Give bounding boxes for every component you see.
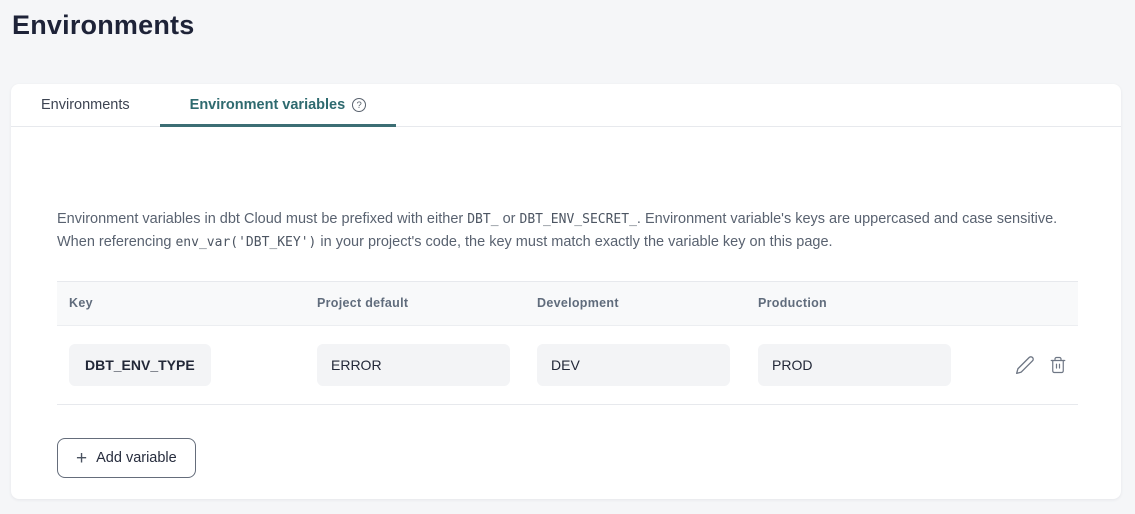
tab-environment-variables[interactable]: Environment variables ? [160, 84, 397, 126]
cell-production: PROD [746, 326, 963, 404]
column-header-project-default: Project default [305, 282, 525, 325]
environment-variables-table: Key Project default Development Producti… [57, 281, 1078, 405]
edit-variable-button[interactable] [1015, 355, 1035, 375]
tab-environment-variables-label: Environment variables [190, 97, 346, 113]
tab-environments[interactable]: Environments [11, 84, 160, 126]
tab-bar: Environments Environment variables ? [11, 84, 1121, 127]
environment-variables-description: Environment variables in dbt Cloud must … [57, 208, 1078, 254]
environment-variables-card: Environments Environment variables ? Env… [11, 84, 1121, 499]
cell-actions [963, 326, 1083, 404]
cell-development: DEV [525, 326, 746, 404]
production-value: PROD [758, 344, 951, 386]
page-title: Environments [0, 0, 1135, 41]
column-header-key: Key [57, 282, 305, 325]
table-row: DBT_ENV_TYPE ERROR DEV PROD [57, 326, 1078, 405]
trash-icon [1049, 356, 1067, 374]
project-default-value: ERROR [317, 344, 510, 386]
column-header-development: Development [525, 282, 746, 325]
add-variable-label: Add variable [96, 450, 177, 466]
column-header-production: Production [746, 282, 958, 325]
plus-icon: + [76, 449, 87, 468]
column-header-actions [958, 282, 1078, 325]
cell-key: DBT_ENV_TYPE [57, 326, 305, 404]
help-circle-icon[interactable]: ? [352, 98, 366, 112]
variable-key-badge: DBT_ENV_TYPE [69, 344, 211, 386]
delete-variable-button[interactable] [1049, 356, 1067, 374]
tab-environments-label: Environments [41, 97, 130, 113]
add-variable-button[interactable]: + Add variable [57, 438, 196, 478]
cell-project-default: ERROR [305, 326, 525, 404]
table-header-row: Key Project default Development Producti… [57, 282, 1078, 326]
pencil-icon [1015, 355, 1035, 375]
tab-panel-environment-variables: Environment variables in dbt Cloud must … [11, 208, 1121, 478]
development-value: DEV [537, 344, 730, 386]
